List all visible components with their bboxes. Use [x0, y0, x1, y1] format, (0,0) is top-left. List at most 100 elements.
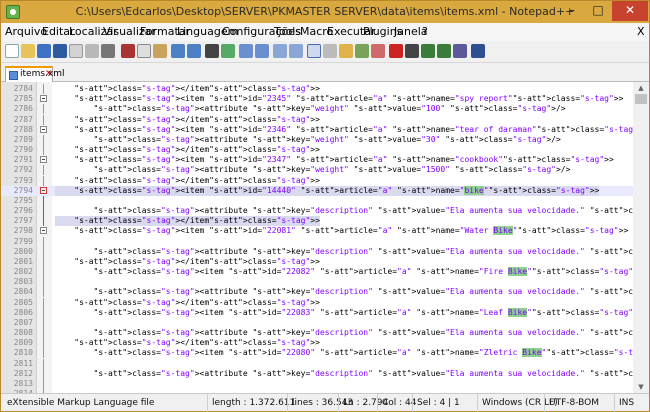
line-number: 2812: [13, 368, 33, 378]
code-line[interactable]: 2789 "s-att">class="s-tag"><attribute "s…: [1, 134, 633, 145]
close-file-icon[interactable]: [69, 44, 83, 58]
line-number: 2807: [13, 317, 33, 327]
stop-macro-icon[interactable]: [405, 44, 419, 58]
play-macro-icon[interactable]: [421, 44, 435, 58]
menu-tools[interactable]: Tools: [274, 23, 301, 41]
fold-toggle-icon[interactable]: [40, 156, 47, 164]
find-icon[interactable]: [205, 44, 219, 58]
show-all-chars-icon[interactable]: [323, 44, 337, 58]
new-file-icon[interactable]: [5, 44, 19, 58]
code-line[interactable]: 2807: [1, 317, 633, 328]
save-icon[interactable]: [37, 44, 51, 58]
copy-icon[interactable]: [137, 44, 151, 58]
cut-icon[interactable]: [121, 44, 135, 58]
code-text: "s-att">class="s-tag"><item "s-att">id="…: [93, 348, 633, 358]
vertical-scrollbar[interactable]: ▲ ▼: [633, 82, 649, 393]
paste-icon[interactable]: [153, 44, 167, 58]
code-line[interactable]: 2800 "s-att">class="s-tag"><attribute "s…: [1, 246, 633, 257]
code-line[interactable]: 2792 "s-att">class="s-tag"><attribute "s…: [1, 165, 633, 176]
fold-guide-line: [43, 236, 44, 247]
line-number: 2799: [13, 236, 33, 246]
code-text: "s-att">class="s-tag"><item "s-att">id="…: [93, 267, 633, 277]
fold-toggle-icon[interactable]: [40, 95, 47, 103]
tab-close-icon[interactable]: ✕: [45, 69, 53, 80]
line-number: 2794: [13, 185, 33, 195]
code-line[interactable]: 2813: [1, 378, 633, 389]
fold-guide-line: [43, 368, 44, 379]
code-line[interactable]: 2801 "s-att">class="s-tag"></item"s-att"…: [1, 256, 633, 267]
fold-toggle-icon[interactable]: [40, 227, 47, 235]
undo-icon[interactable]: [171, 44, 185, 58]
fold-guide-line: [43, 307, 44, 318]
redo-icon[interactable]: [187, 44, 201, 58]
user-language-icon[interactable]: [355, 44, 369, 58]
code-line[interactable]: 2786 "s-att">class="s-tag"><attribute "s…: [1, 104, 633, 115]
record-macro-icon[interactable]: [389, 44, 403, 58]
code-line[interactable]: 2794 "s-att">class="s-tag"><item "s-att"…: [1, 185, 633, 196]
close-document-button[interactable]: X: [637, 23, 645, 41]
scroll-up-arrow-icon[interactable]: ▲: [633, 82, 649, 94]
status-language: eXtensible Markup Language file: [7, 398, 155, 408]
code-line[interactable]: 2791 "s-att">class="s-tag"><item "s-att"…: [1, 155, 633, 165]
code-line[interactable]: 2798 "s-att">class="s-tag"><item "s-att"…: [1, 226, 633, 236]
close-all-icon[interactable]: [85, 44, 99, 58]
code-line[interactable]: 2803: [1, 277, 633, 288]
code-line[interactable]: 2804 "s-att">class="s-tag"><attribute "s…: [1, 287, 633, 298]
code-line[interactable]: 2787 "s-att">class="s-tag"></item"s-att"…: [1, 114, 633, 125]
code-text: "s-att">class="s-tag"><attribute "s-att"…: [93, 165, 571, 175]
tab-items-xml[interactable]: items.xml ✕: [5, 66, 64, 82]
code-line[interactable]: 2793 "s-att">class="s-tag"></item"s-att"…: [1, 175, 633, 186]
code-line[interactable]: 2785 "s-att">class="s-tag"><item "s-att"…: [1, 94, 633, 104]
doc-map-icon[interactable]: [371, 44, 385, 58]
zoom-in-icon[interactable]: [239, 44, 253, 58]
close-button[interactable]: ✕: [612, 1, 648, 21]
fold-guide-line: [43, 358, 44, 369]
replace-icon[interactable]: [221, 44, 235, 58]
save-all-icon[interactable]: [53, 44, 67, 58]
sync-vertical-icon[interactable]: [273, 44, 287, 58]
scrollbar-thumb[interactable]: [635, 94, 647, 104]
fold-toggle-icon[interactable]: [40, 125, 47, 133]
maximize-button[interactable]: □: [585, 1, 611, 21]
sync-horizontal-icon[interactable]: [289, 44, 303, 58]
status-encoding: UTF-8-BOM: [544, 394, 599, 412]
code-line[interactable]: 2810 "s-att">class="s-tag"><item "s-att"…: [1, 348, 633, 359]
line-number: 2792: [13, 165, 33, 175]
code-line[interactable]: 2796 "s-att">class="s-tag"><attribute "s…: [1, 206, 633, 217]
code-line[interactable]: 2797 "s-att">class="s-tag"></item"s-att"…: [1, 216, 633, 227]
code-line[interactable]: 2784 "s-att">class="s-tag"></item"s-att"…: [1, 84, 633, 94]
print-icon[interactable]: [101, 44, 115, 58]
scroll-down-arrow-icon[interactable]: ▼: [633, 381, 649, 393]
indent-guide-icon[interactable]: [339, 44, 353, 58]
code-line[interactable]: 2788 "s-att">class="s-tag"><item "s-att"…: [1, 125, 633, 135]
open-file-icon[interactable]: [21, 44, 35, 58]
menu-arquivo[interactable]: Arquivo: [5, 23, 47, 41]
code-line[interactable]: 2811: [1, 358, 633, 369]
code-editor[interactable]: 2784 "s-att">class="s-tag"></item"s-att"…: [1, 82, 633, 393]
code-line[interactable]: 2795: [1, 195, 633, 206]
title-bar: C:\Users\Edcarlos\Desktop\SERVER\PKMASTE…: [1, 1, 649, 23]
code-line[interactable]: 2799: [1, 236, 633, 247]
line-number: 2788: [13, 124, 33, 134]
save-macro-icon[interactable]: [453, 44, 467, 58]
code-text: "s-att">class="s-tag"><attribute "s-att"…: [93, 246, 633, 256]
fold-guide-line: [43, 195, 44, 206]
code-line[interactable]: 2806 "s-att">class="s-tag"><item "s-att"…: [1, 307, 633, 318]
spell-check-icon[interactable]: [471, 44, 485, 58]
run-macro-multiple-icon[interactable]: [437, 44, 451, 58]
fold-guide-line: [43, 134, 44, 145]
code-line[interactable]: 2808 "s-att">class="s-tag"><attribute "s…: [1, 328, 633, 339]
fold-toggle-icon[interactable]: [40, 186, 47, 194]
menu-help[interactable]: ?: [422, 23, 428, 41]
code-line[interactable]: 2812 "s-att">class="s-tag"><attribute "s…: [1, 368, 633, 379]
code-text: "s-att">class="s-tag"></item"s-att">clas…: [74, 297, 320, 307]
code-line[interactable]: 2809 "s-att">class="s-tag"></item"s-att"…: [1, 338, 633, 349]
code-text: "s-att">class="s-tag"><item "s-att">id="…: [55, 185, 600, 196]
minimize-button[interactable]: –: [559, 1, 585, 21]
code-line[interactable]: 2802 "s-att">class="s-tag"><item "s-att"…: [1, 267, 633, 278]
word-wrap-icon[interactable]: [307, 44, 321, 58]
tab-label: items.xml: [20, 69, 65, 79]
code-line[interactable]: 2790 "s-att">class="s-tag"></item"s-att"…: [1, 145, 633, 156]
code-line[interactable]: 2805 "s-att">class="s-tag"></item"s-att"…: [1, 297, 633, 308]
zoom-out-icon[interactable]: [255, 44, 269, 58]
